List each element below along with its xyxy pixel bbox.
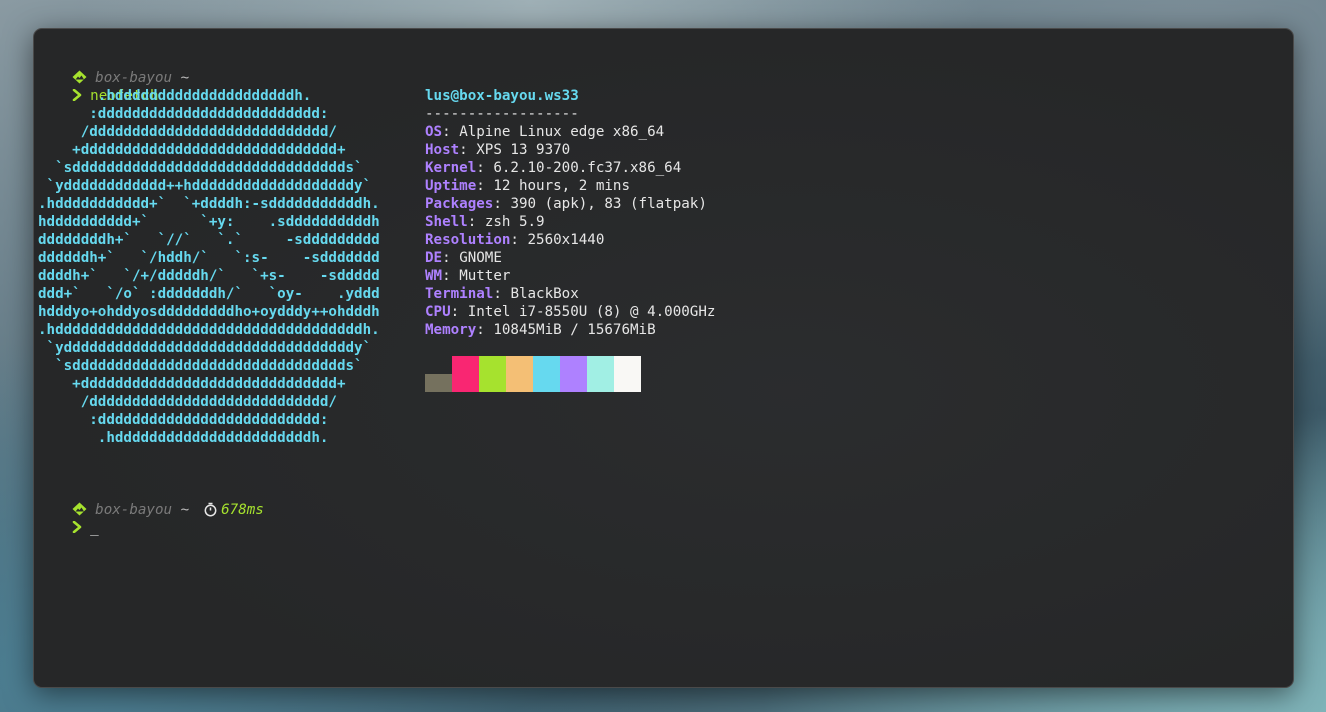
info-colon: :: [493, 196, 511, 212]
info-row: Packages: 390 (apk), 83 (flatpak): [425, 195, 715, 213]
info-value: XPS 13 9370: [476, 142, 571, 158]
info-colon: :: [493, 286, 511, 302]
info-key: Uptime: [425, 178, 477, 194]
prompt-hostname: box-bayou: [95, 502, 173, 518]
info-key: OS: [425, 124, 443, 140]
info-value: 10845MiB / 15676MiB: [493, 322, 656, 338]
color-swatch: [614, 356, 641, 392]
info-value: zsh 5.9: [484, 214, 545, 230]
info-colon: :: [442, 250, 460, 266]
info-row: Memory: 10845MiB / 15676MiB: [425, 321, 715, 339]
info-value: 390 (apk), 83 (flatpak): [510, 196, 707, 212]
info-colon: :: [467, 214, 485, 230]
info-row: Host: XPS 13 9370: [425, 141, 715, 159]
info-key: Kernel: [425, 160, 477, 176]
command-line-1: neofetch: [38, 69, 159, 104]
command-line-2[interactable]: _: [38, 501, 99, 536]
ascii-logo-line: +dddddddddddddddddddddddddddddd+: [38, 142, 346, 158]
ascii-logo-line: .hddddddddddd+` `+ddddh:-sdddddddddddh.: [38, 196, 380, 212]
info-key: CPU: [425, 304, 451, 320]
color-palette: [425, 356, 641, 392]
info-row: Uptime: 12 hours, 2 mins: [425, 177, 715, 195]
info-colon: :: [510, 232, 528, 248]
ascii-logo-line: /dddddddddddddddddddddddddddd/: [38, 124, 337, 140]
ascii-logo-line: .hddddddddddddddddddddddddddddddddddddh.: [38, 322, 380, 338]
ascii-logo-line: hdddddddddd+` `+y: .sddddddddddh: [38, 214, 380, 230]
info-colon: :: [476, 160, 494, 176]
ascii-logo-line: `sdddddddddddddddddddddddddddddddds`: [38, 160, 363, 176]
info-key: Packages: [425, 196, 494, 212]
info-key: DE: [425, 250, 443, 266]
info-key: Resolution: [425, 232, 511, 248]
info-key: Memory: [425, 322, 477, 338]
color-swatch: [452, 356, 479, 392]
info-row: DE: GNOME: [425, 249, 715, 267]
info-colon: :: [476, 178, 494, 194]
prompt-directory: ~: [180, 70, 190, 86]
ascii-logo-line: .hdddddddddddddddddddddddh.: [38, 430, 329, 446]
ascii-logo-line: .hdddddddddddddddddddddh.: [38, 88, 312, 104]
info-key: WM: [425, 268, 443, 284]
prompt-line-2: box-bayou ~678ms: [38, 483, 264, 518]
info-value: Alpine Linux edge x86_64: [459, 124, 665, 140]
stopwatch-icon: [204, 502, 217, 517]
ascii-logo-line: `yddddddddddddddddddddddddddddddddddy`: [38, 340, 372, 356]
ascii-logo-line: +dddddddddddddddddddddddddddddd+: [38, 376, 346, 392]
info-key: Shell: [425, 214, 468, 230]
ascii-logo-line: ddddddddh+` `//` `.` -sddddddddd: [38, 232, 380, 248]
info-rows: OS: Alpine Linux edge x86_64 Host: XPS 13…: [425, 123, 715, 339]
terminal-window[interactable]: box-bayou ~ neofetch .hddddddddddddddddd…: [33, 28, 1294, 688]
command-duration: 678ms: [221, 502, 264, 518]
user-host-line: lus@box-bayou.ws33: [425, 87, 715, 105]
prompt-line-1: box-bayou ~: [38, 51, 189, 86]
info-value: 6.2.10-200.fc37.x86_64: [493, 160, 682, 176]
color-swatch: [587, 356, 614, 392]
ascii-logo-line: :dddddddddddddddddddddddddd:: [38, 412, 329, 428]
info-value: BlackBox: [510, 286, 579, 302]
info-colon: :: [476, 322, 494, 338]
ascii-logo-line: ddddddh+` `/hddh/` `:s- -sddddddd: [38, 250, 380, 266]
ascii-logo-line: :dddddddddddddddddddddddddd:: [38, 106, 329, 122]
info-colon: :: [442, 268, 460, 284]
info-row: WM: Mutter: [425, 267, 715, 285]
info-value: Mutter: [459, 268, 511, 284]
info-row: Resolution: 2560x1440: [425, 231, 715, 249]
ascii-logo-line: ddddh+` `/+/dddddh/` `+s- -sddddd: [38, 268, 380, 284]
info-value: GNOME: [459, 250, 502, 266]
info-value: Intel i7-8550U (8) @ 4.000GHz: [467, 304, 716, 320]
info-row: Terminal: BlackBox: [425, 285, 715, 303]
info-key: Host: [425, 142, 460, 158]
color-swatch: [560, 356, 587, 392]
separator-line: ------------------: [425, 105, 715, 123]
ascii-logo-line: `ydddddddddddd++hdddddddddddddddddddy`: [38, 178, 372, 194]
color-swatch: [425, 374, 452, 392]
color-swatch: [533, 356, 560, 392]
ascii-logo-line: `sdddddddddddddddddddddddddddddddds`: [38, 358, 363, 374]
info-colon: :: [442, 124, 460, 140]
info-key: Terminal: [425, 286, 494, 302]
info-row: Shell: zsh 5.9: [425, 213, 715, 231]
prompt-arrow-icon: [72, 521, 82, 533]
ascii-logo-line: hdddyo+ohddyosdddddddddho+oydddy++ohdddh: [38, 304, 380, 320]
info-row: Kernel: 6.2.10-200.fc37.x86_64: [425, 159, 715, 177]
system-info: lus@box-bayou.ws33 ------------------ OS…: [425, 87, 715, 339]
info-colon: :: [459, 142, 477, 158]
ascii-logo-line: ddd+` `/o` :dddddddh/` `oy- .yddd: [38, 286, 380, 302]
info-row: OS: Alpine Linux edge x86_64: [425, 123, 715, 141]
info-value: 12 hours, 2 mins: [493, 178, 631, 194]
ascii-logo-line: /dddddddddddddddddddddddddddd/: [38, 394, 337, 410]
color-swatch: [479, 356, 506, 392]
prompt-directory: ~: [180, 502, 190, 518]
color-swatch: [506, 356, 533, 392]
ascii-logo: .hdddddddddddddddddddddh. :ddddddddddddd…: [38, 87, 380, 447]
separator: ------------------: [425, 106, 579, 122]
text-cursor: _: [90, 520, 99, 536]
info-value: 2560x1440: [527, 232, 605, 248]
user-host: lus@box-bayou.ws33: [425, 88, 579, 104]
info-row: CPU: Intel i7-8550U (8) @ 4.000GHz: [425, 303, 715, 321]
info-colon: :: [450, 304, 468, 320]
